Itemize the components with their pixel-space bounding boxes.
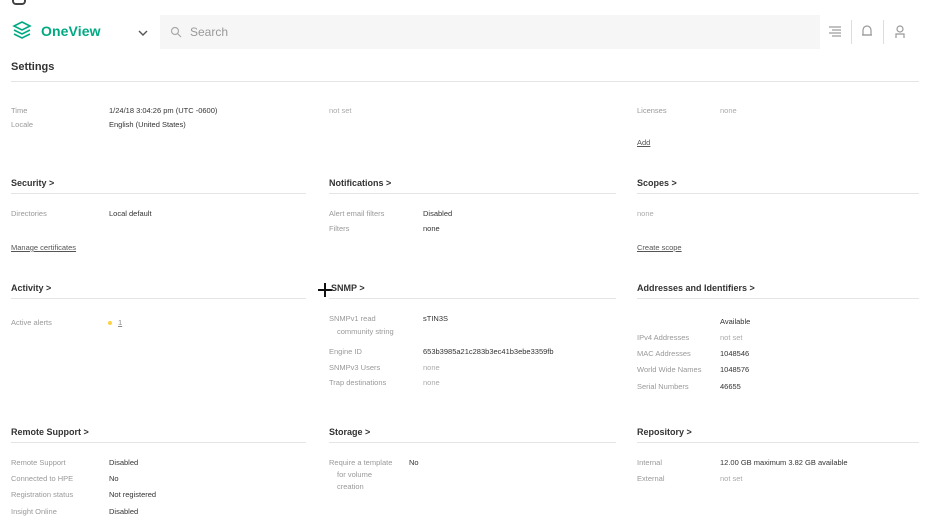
locale-label: Locale <box>11 120 34 129</box>
repository-heading-link[interactable]: Repository > <box>637 427 692 437</box>
trap-destinations-value: none <box>423 378 440 387</box>
internal-repository-value: 12.00 GB maximum 3.82 GB available <box>720 458 848 467</box>
addresses-identifiers-heading-link[interactable]: Addresses and Identifiers > <box>637 283 755 293</box>
divider <box>329 298 616 299</box>
divider <box>11 81 919 82</box>
serial-numbers-label: Serial Numbers <box>637 382 689 391</box>
remote-support-label: Remote Support <box>11 458 66 467</box>
alert-email-filters-value: Disabled <box>423 209 453 218</box>
security-heading-link[interactable]: Security > <box>11 178 54 188</box>
mac-addresses-label: MAC Addresses <box>637 349 691 358</box>
world-wide-names-value: 1048576 <box>720 365 750 374</box>
page-title: Settings <box>11 61 55 73</box>
insight-online-value: Disabled <box>109 507 139 516</box>
crosshair-cursor-icon <box>318 283 332 297</box>
manage-certificates-link[interactable]: Manage certificates <box>11 243 76 252</box>
engine-id-label: Engine ID <box>329 347 362 356</box>
snmp-heading-link[interactable]: SNMP > <box>331 283 365 293</box>
mac-addresses-value: 1048546 <box>720 349 750 358</box>
app-logo-icon[interactable] <box>11 20 33 42</box>
divider <box>11 193 306 194</box>
remote-support-heading-link[interactable]: Remote Support > <box>11 427 89 437</box>
activity-heading-link[interactable]: Activity > <box>11 283 51 293</box>
available-column-header: Available <box>720 317 751 326</box>
time-label: Time <box>11 106 28 115</box>
divider <box>329 442 616 443</box>
chevron-down-icon[interactable] <box>137 27 149 39</box>
filters-label: Filters <box>329 224 350 233</box>
top-bar: OneView <box>0 0 930 56</box>
ipv4-addresses-label: IPv4 Addresses <box>637 333 690 342</box>
scopes-value: none <box>637 209 654 218</box>
divider <box>11 442 306 443</box>
registration-status-value: Not registered <box>109 490 157 499</box>
require-template-label-cont: for volume <box>337 470 373 479</box>
registration-status-label: Registration status <box>11 490 74 499</box>
snmpv1-read-label: SNMPv1 read <box>329 314 376 323</box>
require-template-label-end: creation <box>337 482 364 491</box>
warning-status-icon <box>108 321 112 325</box>
divider <box>329 193 616 194</box>
divider <box>637 193 919 194</box>
toolbar-separator <box>883 20 884 44</box>
directories-label: Directories <box>11 209 47 218</box>
serial-numbers-value: 46655 <box>720 382 741 391</box>
directories-value: Local default <box>109 209 152 218</box>
engine-id-value: 653b3985a21c283b3ec41b3ebe3359fb <box>423 347 554 356</box>
user-icon[interactable] <box>888 20 912 44</box>
require-template-label: Require a template <box>329 458 393 467</box>
app-name[interactable]: OneView <box>41 23 101 39</box>
divider <box>11 298 306 299</box>
snmpv1-read-label-cont: community string <box>337 327 394 336</box>
search-input[interactable] <box>190 21 790 43</box>
notifications-heading-link[interactable]: Notifications > <box>329 178 391 188</box>
scopes-heading-link[interactable]: Scopes > <box>637 178 677 188</box>
connected-to-hpe-label: Connected to HPE <box>11 474 74 483</box>
licenses-label: Licenses <box>637 106 667 115</box>
locale-value: English (United States) <box>109 120 186 129</box>
require-template-value: No <box>409 458 419 467</box>
active-alerts-label: Active alerts <box>11 318 52 327</box>
internal-repository-label: Internal <box>637 458 663 467</box>
toolbar-separator <box>851 20 852 44</box>
remote-support-value: Disabled <box>109 458 139 467</box>
not-set-value: not set <box>329 106 352 115</box>
trap-destinations-label: Trap destinations <box>329 378 387 387</box>
divider <box>637 442 919 443</box>
external-repository-label: External <box>637 474 665 483</box>
snmpv1-read-value: sTIN3S <box>423 314 449 323</box>
snmpv3-users-label: SNMPv3 Users <box>329 363 381 372</box>
time-value: 1/24/18 3:04:26 pm (UTC -0600) <box>109 106 218 115</box>
storage-heading-link[interactable]: Storage > <box>329 427 370 437</box>
filters-value: none <box>423 224 440 233</box>
snmpv3-users-value: none <box>423 363 440 372</box>
search-box[interactable] <box>160 15 820 49</box>
active-alerts-count-link[interactable]: 1 <box>118 318 122 328</box>
connected-to-hpe-value: No <box>109 474 119 483</box>
alert-email-filters-label: Alert email filters <box>329 209 385 218</box>
brand-bracket-icon <box>12 0 26 5</box>
activity-list-icon[interactable] <box>823 20 847 44</box>
ipv4-addresses-value: not set <box>720 333 743 342</box>
search-icon <box>170 26 182 38</box>
notification-bell-icon[interactable] <box>855 20 879 44</box>
add-license-link[interactable]: Add <box>637 138 650 147</box>
world-wide-names-label: World Wide Names <box>637 365 702 374</box>
divider <box>637 298 919 299</box>
external-repository-value: not set <box>720 474 743 483</box>
create-scope-link[interactable]: Create scope <box>637 243 682 252</box>
insight-online-label: Insight Online <box>11 507 57 516</box>
licenses-value: none <box>720 106 737 115</box>
